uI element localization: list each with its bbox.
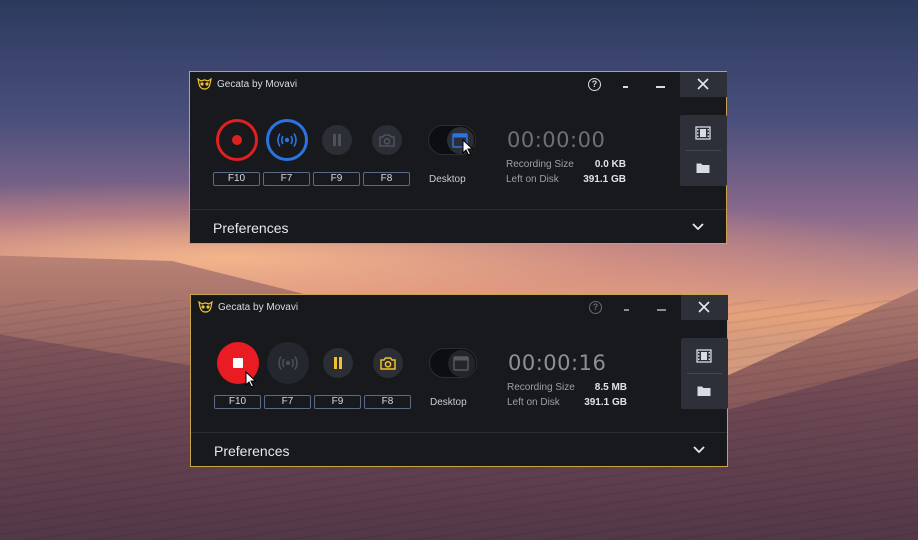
hotkey-stream: F7 <box>263 172 310 186</box>
stream-button[interactable] <box>267 342 309 384</box>
help-icon[interactable]: ? <box>588 78 601 91</box>
pause-button[interactable] <box>322 125 352 155</box>
recording-size-label: Recording Size <box>507 382 575 393</box>
left-on-disk-value: 391.1 GB <box>583 174 626 185</box>
capture-mode-toggle[interactable] <box>429 348 477 378</box>
minimize-small-icon[interactable] <box>624 309 629 311</box>
title-bar[interactable]: Gecata by Movavi ? <box>190 72 727 98</box>
panel-separator <box>686 150 721 151</box>
chevron-down-icon[interactable] <box>692 223 704 231</box>
close-button[interactable] <box>681 295 728 320</box>
source-label: Desktop <box>429 174 466 185</box>
recording-size-label: Recording Size <box>506 159 574 170</box>
panel-separator <box>687 373 722 374</box>
owl-logo-icon <box>197 78 212 90</box>
owl-logo-icon <box>198 301 213 313</box>
broadcast-icon <box>278 356 298 370</box>
mouse-cursor-icon <box>462 139 474 156</box>
record-icon <box>232 135 242 145</box>
close-icon <box>697 78 709 90</box>
film-icon[interactable] <box>696 349 712 363</box>
divider <box>191 432 727 433</box>
hotkey-screenshot: F8 <box>363 172 410 186</box>
hotkey-pause: F9 <box>313 172 360 186</box>
recording-timer: 00:00:16 <box>508 351 607 375</box>
preferences-label[interactable]: Preferences <box>214 443 289 459</box>
pause-icon <box>333 134 341 146</box>
pause-button[interactable] <box>323 348 353 378</box>
camera-icon <box>379 134 395 147</box>
title-bar[interactable]: Gecata by Movavi ? <box>191 295 728 321</box>
left-on-disk-label: Left on Disk <box>506 174 559 185</box>
folder-icon[interactable] <box>696 162 710 174</box>
mouse-cursor-icon <box>245 371 257 388</box>
hotkey-record: F10 <box>213 172 260 186</box>
hotkey-record: F10 <box>214 395 261 409</box>
left-on-disk-label: Left on Disk <box>507 397 560 408</box>
window-title: Gecata by Movavi <box>217 79 298 90</box>
help-icon[interactable]: ? <box>589 301 602 314</box>
minimize-icon[interactable] <box>657 309 666 311</box>
toggle-knob <box>448 350 475 377</box>
stream-button[interactable] <box>266 119 308 161</box>
window-title: Gecata by Movavi <box>218 302 299 313</box>
stop-icon <box>233 358 243 368</box>
source-label: Desktop <box>430 397 467 408</box>
side-panel <box>681 338 728 409</box>
minimize-small-icon[interactable] <box>623 86 628 88</box>
chevron-down-icon[interactable] <box>693 446 705 454</box>
minimize-icon[interactable] <box>656 86 665 88</box>
window-icon <box>453 356 469 371</box>
record-button[interactable] <box>216 119 258 161</box>
film-icon[interactable] <box>695 126 711 140</box>
pause-icon <box>334 357 342 369</box>
camera-icon <box>380 357 396 370</box>
close-icon <box>698 301 710 313</box>
folder-icon[interactable] <box>697 385 711 397</box>
gecata-window-idle: Gecata by Movavi ? F10 F7 F9 F8 Desktop … <box>189 71 727 244</box>
divider <box>190 209 726 210</box>
side-panel <box>680 115 727 186</box>
screenshot-button[interactable] <box>373 348 403 378</box>
close-button[interactable] <box>680 72 727 97</box>
hotkey-screenshot: F8 <box>364 395 411 409</box>
screenshot-button[interactable] <box>372 125 402 155</box>
hotkey-stream: F7 <box>264 395 311 409</box>
recording-timer: 00:00:00 <box>507 128 606 152</box>
recording-size-value: 8.5 MB <box>594 382 627 393</box>
recording-size-value: 0.0 KB <box>594 159 626 170</box>
preferences-label[interactable]: Preferences <box>213 220 288 236</box>
broadcast-icon <box>277 133 297 147</box>
left-on-disk-value: 391.1 GB <box>584 397 627 408</box>
gecata-window-recording: Gecata by Movavi ? F10 F7 F9 F8 Desktop … <box>190 294 728 467</box>
hotkey-pause: F9 <box>314 395 361 409</box>
